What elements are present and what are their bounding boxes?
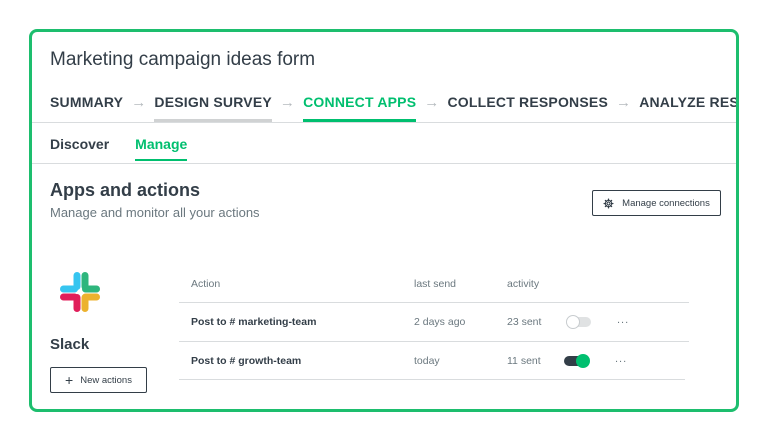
column-header-action: Action: [191, 278, 221, 290]
plus-icon: +: [65, 372, 74, 388]
manage-connections-button[interactable]: Manage connections: [592, 190, 721, 216]
column-header-activity: activity: [507, 278, 540, 290]
tab-discover[interactable]: Discover: [50, 136, 109, 161]
section-subtitle: Manage and monitor all your actions: [50, 205, 260, 220]
subtab-bar: Discover Manage: [50, 136, 213, 161]
last-send: 2 days ago: [414, 316, 466, 328]
step-navigation: SUMMARY → DESIGN SURVEY → CONNECT APPS →…: [50, 94, 736, 124]
step-design-survey[interactable]: DESIGN SURVEY: [154, 94, 272, 122]
arrow-right-icon: →: [424, 94, 440, 111]
action-toggle[interactable]: [566, 315, 591, 329]
step-collect-responses[interactable]: COLLECT RESPONSES: [447, 94, 608, 122]
activity-count: 23 sent: [507, 316, 542, 328]
arrow-right-icon: →: [279, 94, 296, 111]
new-actions-label: New actions: [80, 374, 132, 386]
slack-logo-icon: [60, 272, 100, 312]
tab-manage[interactable]: Manage: [135, 136, 188, 161]
more-options-icon[interactable]: ...: [615, 353, 627, 365]
gear-icon: [603, 197, 614, 209]
divider: [32, 122, 736, 123]
step-summary[interactable]: SUMMARY: [50, 94, 123, 122]
arrow-right-icon: →: [131, 94, 147, 111]
divider: [179, 379, 685, 380]
app-frame: Marketing campaign ideas form SUMMARY → …: [29, 29, 739, 412]
app-name: Slack: [50, 336, 90, 353]
table-row: Post to # growth-team today 11 sent ...: [179, 341, 689, 379]
step-analyze-results[interactable]: ANALYZE RESULTS: [639, 94, 736, 122]
table-row: Post to # marketing-team 2 days ago 23 s…: [179, 302, 689, 340]
action-name: Post to # growth-team: [191, 355, 302, 367]
arrow-right-icon: →: [615, 94, 632, 111]
section-title: Apps and actions: [50, 180, 201, 200]
manage-connections-label: Manage connections: [622, 197, 710, 209]
more-options-icon[interactable]: ...: [617, 314, 629, 326]
action-name: Post to # marketing-team: [191, 316, 317, 328]
column-header-last-send: last send: [414, 278, 457, 290]
page-title: Marketing campaign ideas form: [50, 49, 316, 70]
action-toggle[interactable]: [564, 354, 590, 368]
divider: [32, 163, 736, 164]
last-send: today: [414, 355, 440, 367]
step-connect-apps[interactable]: CONNECT APPS: [303, 94, 417, 122]
new-actions-button[interactable]: + New actions: [50, 367, 147, 393]
activity-count: 11 sent: [507, 355, 541, 367]
